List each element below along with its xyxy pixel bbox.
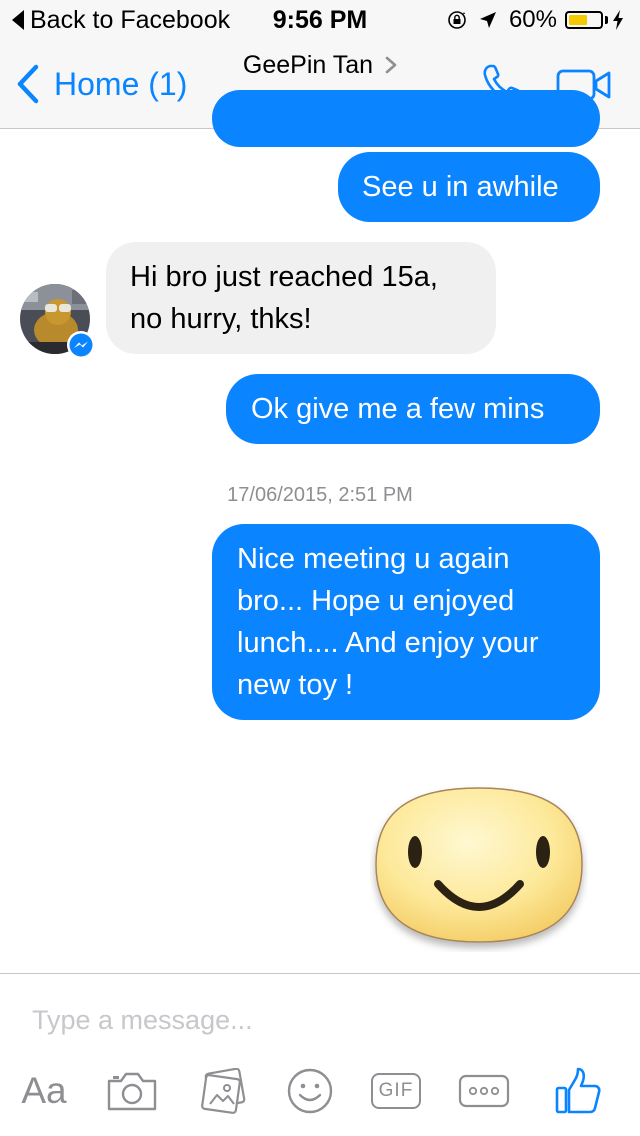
more-icon [458,1074,510,1108]
message-line: Nice meeting u again [237,543,510,575]
emoji-button[interactable] [282,1066,338,1116]
battery-nub [605,16,608,24]
aa-label: Aa [21,1070,67,1111]
gallery-button[interactable] [196,1066,252,1116]
contact-name: GeePin Tan [242,51,374,79]
thumbs-up-icon [555,1067,601,1114]
message-bubble-outgoing[interactable] [212,90,600,147]
message-input[interactable] [20,995,612,1045]
message-bubble-outgoing[interactable]: Ok give me a few mins [226,374,600,444]
text-format-button[interactable]: Aa [14,1066,74,1116]
message-text: See u in awhile [362,171,559,203]
chevron-left-icon [17,64,39,104]
message-bubble-outgoing[interactable]: See u in awhile [338,152,600,222]
battery-percent: 60% [508,6,557,33]
message-line: bro... Hope u enjoyed [237,585,515,617]
status-bar: Back to Facebook 9:56 PM 60% [0,0,640,40]
battery-icon [565,11,603,29]
message-text: Ok give me a few mins [251,393,545,425]
message-line: Hi bro just reached 15a, [130,261,438,293]
gif-icon: GIF [371,1073,421,1109]
message-bubble-incoming[interactable]: Hi bro just reached 15a, no hurry, thks! [106,242,496,354]
message-line: lunch.... And enjoy your [237,627,539,659]
emoji-icon [287,1068,333,1114]
more-options-button[interactable] [456,1066,512,1116]
gallery-icon [201,1068,246,1114]
message-line: new toy ! [237,669,354,701]
like-button[interactable] [550,1066,606,1116]
camera-icon [107,1072,157,1111]
gif-button[interactable]: GIF [368,1066,424,1116]
status-indicators: 60% [447,6,624,34]
message-line: no hurry, thks! [130,303,312,335]
charging-bolt-icon [613,10,623,30]
composer-divider [0,973,640,974]
rotation-lock-icon [448,11,466,29]
message-timestamp: 17/06/2015, 2:51 PM [227,484,413,506]
location-arrow-icon [479,12,496,28]
home-back-button[interactable]: Home (1) [16,64,187,104]
camera-button[interactable] [104,1066,160,1116]
home-back-label: Home (1) [54,66,188,102]
smiley-face-sticker[interactable] [370,782,588,952]
gif-label: GIF [378,1080,414,1101]
chevron-right-icon [385,56,397,74]
battery-level-fill [569,15,587,25]
messenger-badge-icon [67,331,95,359]
message-bubble-outgoing[interactable]: Nice meeting u again bro... Hope u enjoy… [212,524,600,720]
